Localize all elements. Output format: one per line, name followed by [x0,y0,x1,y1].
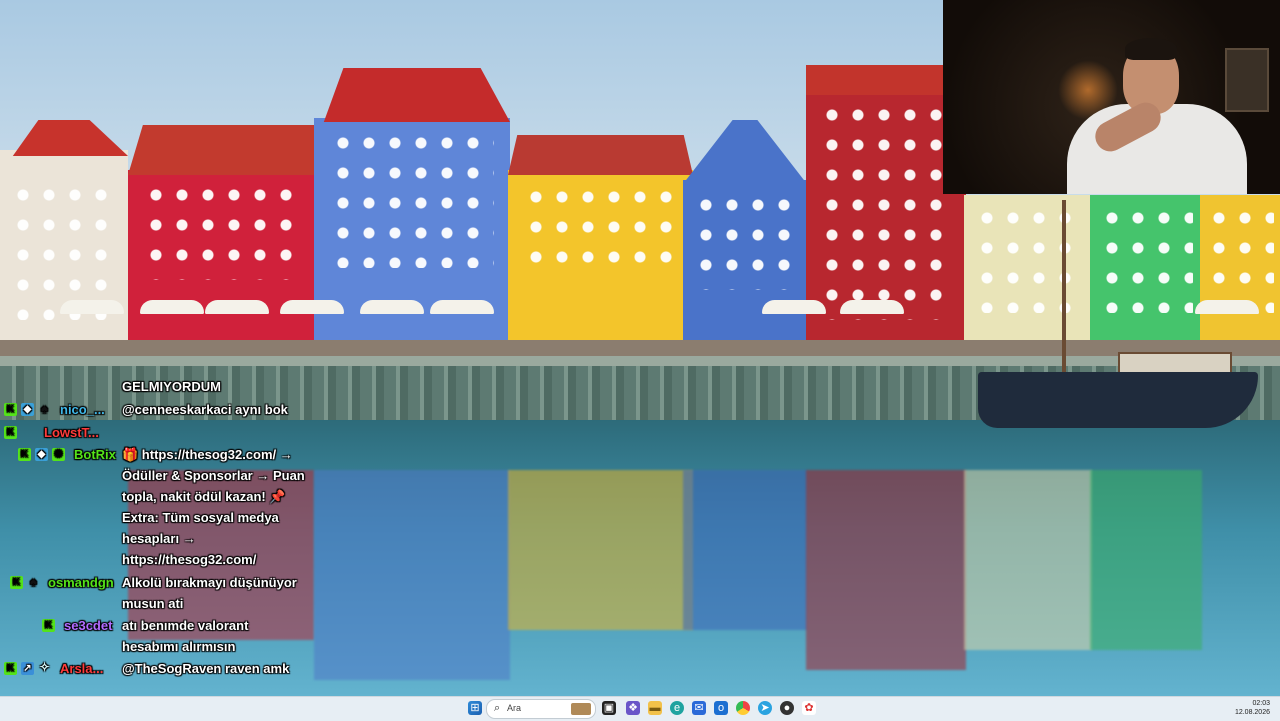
chat-username[interactable]: Arsla... [60,658,103,679]
umbrella [205,300,269,314]
chat-message-text: @TheSogRaven raven amk [122,661,290,676]
umbrella [840,300,904,314]
clock-date: 12.08.2026 [1234,709,1270,716]
house-green [1090,195,1202,346]
clock-time: 02:03 [1252,700,1270,707]
house-red [128,125,314,345]
umbrella [280,300,344,314]
sword-badge-icon: ↗ [21,662,34,675]
kick-badge-icon: K [42,619,55,632]
reflection [806,470,966,670]
webcam-overlay [943,0,1280,194]
house-white [0,120,128,345]
chat-message-text: @cenneeskarkaci aynı bok [122,402,288,417]
chat-message-text: Alkolü bırakmayı düşünüyor musun ati [122,575,297,611]
chrome-icon[interactable] [736,701,750,715]
chat-overlay: GELMIYORDUM K ◆ ♠ nico_... @cenneeskarka… [0,376,310,686]
spade-badge-icon: ♠ [41,401,48,416]
kick-badge-icon: K [4,426,17,439]
umbrella [360,300,424,314]
taskbar-search-box[interactable]: ⌕ Ara [486,699,596,719]
telegram-icon[interactable]: ➤ [758,701,772,715]
paint-icon[interactable]: ✿ [802,701,816,715]
reflection [314,470,510,680]
taskbar: ⊞ ⌕ Ara ▣ ❖ ▬ e ✉ o ➤ ● ✿ 02:03 12.08.20… [0,696,1280,721]
obs-icon[interactable]: ● [780,701,794,715]
windows-start-icon[interactable]: ⊞ [468,701,482,715]
boat-mast [1062,200,1066,378]
chat-username[interactable]: se3cdet [64,615,112,636]
chat-message-text: GELMIYORDUM [122,379,221,394]
search-placeholder: Ara [507,703,522,713]
streamer-hair [1125,38,1177,60]
kick-badge-icon: K [18,448,31,461]
reflection [508,470,693,630]
reflection [1090,470,1202,650]
subscriber-badge-icon: ◆ [35,448,48,461]
arrow-badge-icon: ✧ [39,660,50,674]
reflection [964,470,1092,650]
spade-badge-icon: ♠ [30,574,37,589]
boat [978,372,1258,428]
house-yellow [508,135,693,346]
search-highlight-image [571,703,591,715]
chat-message-text: 🎁 https://thesog32.com/ → Ödüller & Spon… [122,447,305,567]
kick-badge-icon: K [4,403,17,416]
chat-message-text: atı benımde valorant hesabımı alırmısın [122,618,249,654]
umbrella [762,300,826,314]
task-view-icon[interactable]: ▣ [602,701,616,715]
kick-badge-icon: K [10,576,23,589]
search-icon: ⌕ [494,702,501,714]
chat-username[interactable]: LowstT... [44,422,99,443]
house-gold [1200,195,1280,346]
umbrella [140,300,204,314]
bot-badge-icon: ⚙ [52,448,65,461]
quay-edge [0,356,1280,366]
umbrella [60,300,124,314]
outlook-icon[interactable]: o [714,701,728,715]
widgets-icon[interactable]: ❖ [626,701,640,715]
reflection [683,470,807,630]
chat-username[interactable]: osmandgn [48,572,114,593]
house-cream [964,195,1092,346]
wall-picture [1225,48,1269,112]
kick-badge-icon: K [4,662,17,675]
mail-icon[interactable]: ✉ [692,701,706,715]
chat-username[interactable]: nico_... [60,399,105,420]
file-explorer-icon[interactable]: ▬ [648,701,662,715]
umbrella [430,300,494,314]
chat-username[interactable]: BotRix [74,444,116,465]
system-clock[interactable]: 02:03 12.08.2026 [1235,699,1270,717]
umbrella [1195,300,1259,314]
house-darkblue [683,120,807,346]
subscriber-badge-icon: ◆ [21,403,34,416]
edge-icon[interactable]: e [670,701,684,715]
